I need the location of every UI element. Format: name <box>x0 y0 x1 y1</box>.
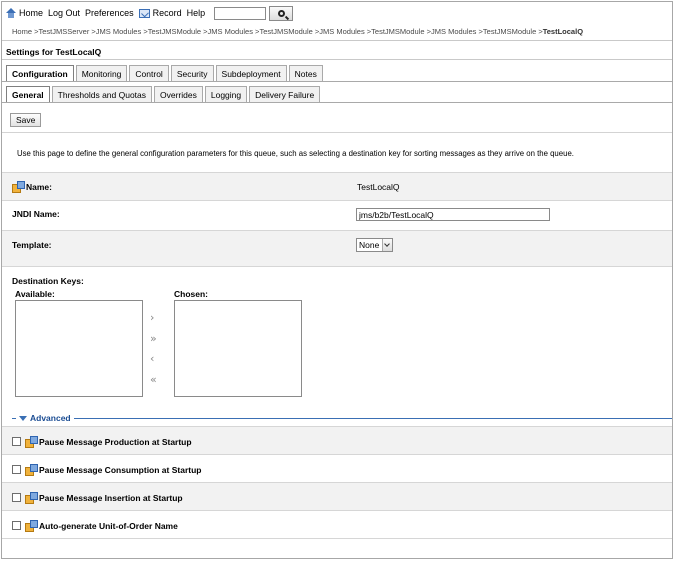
tab-notes[interactable]: Notes <box>288 65 323 81</box>
tab-control[interactable]: Control <box>129 65 169 81</box>
tab-monitoring[interactable]: Monitoring <box>75 65 128 81</box>
advanced-label: Advanced <box>30 413 71 423</box>
chevron-down-icon <box>382 239 393 251</box>
name-label-wrap: Name: <box>12 181 52 193</box>
template-label: Template: <box>12 240 52 250</box>
template-row: Template: None <box>2 230 672 266</box>
config-icon <box>25 436 38 448</box>
subtab-delivery-failure[interactable]: Delivery Failure <box>249 86 321 102</box>
auto-generate-uoo-checkbox[interactable] <box>12 521 21 530</box>
help-link[interactable]: Help <box>187 8 206 18</box>
search-icon <box>277 9 285 17</box>
available-label: Available: <box>15 289 55 299</box>
config-icon <box>25 492 38 504</box>
record-label: Record <box>152 8 182 18</box>
subtab-logging[interactable]: Logging <box>204 86 248 102</box>
option-row: Pause Message Insertion at Startup <box>2 482 672 510</box>
jndi-name-input[interactable] <box>356 208 550 221</box>
advanced-toggle[interactable]: Advanced <box>16 413 74 423</box>
help-label: Help <box>186 8 206 18</box>
pause-consumption-checkbox[interactable] <box>12 465 21 474</box>
breadcrumb-item[interactable]: JMS Modules > <box>96 27 148 36</box>
toolbar: Home Log Out Preferences Record Help <box>2 2 672 24</box>
home-icon <box>6 8 16 18</box>
divider <box>2 40 672 41</box>
subtab-thresholds-and-quotas[interactable]: Thresholds and Quotas <box>51 86 153 102</box>
breadcrumb-item[interactable]: TestJMSModule > <box>259 27 319 36</box>
logout-label: Log Out <box>48 8 81 18</box>
move-right-icon[interactable]: › <box>150 312 154 323</box>
template-value: None <box>359 240 380 250</box>
breadcrumb-current: TestLocalQ <box>542 27 584 36</box>
preferences-link[interactable]: Preferences <box>85 8 134 18</box>
divider <box>2 538 672 539</box>
tab-subdeployment[interactable]: Subdeployment <box>215 65 287 81</box>
home-link[interactable]: Home <box>6 8 43 18</box>
config-icon <box>25 464 38 476</box>
breadcrumb-item[interactable]: TestJMSModule > <box>483 27 543 36</box>
move-left-icon[interactable]: ‹ <box>150 353 154 364</box>
option-label: Pause Message Production at Startup <box>39 436 192 447</box>
record-link[interactable]: Record <box>138 8 182 18</box>
config-icon <box>25 520 38 532</box>
available-list[interactable] <box>15 300 143 397</box>
option-row: Auto-generate Unit-of-Order Name <box>2 510 672 538</box>
name-value: TestLocalQ <box>357 182 400 192</box>
chosen-list[interactable] <box>174 300 302 397</box>
option-wrap: Pause Message Insertion at Startup <box>12 492 183 504</box>
move-all-left-icon[interactable]: « <box>150 374 157 385</box>
breadcrumb-item[interactable]: TestJMSServer > <box>38 27 95 36</box>
chosen-label: Chosen: <box>174 289 208 299</box>
tab-security[interactable]: Security <box>170 65 214 81</box>
option-label: Pause Message Consumption at Startup <box>39 464 202 475</box>
breadcrumb-item[interactable]: JMS Modules > <box>431 27 483 36</box>
tab-configuration[interactable]: Configuration <box>6 65 74 81</box>
triangle-down-icon <box>19 415 27 421</box>
jndi-label: JNDI Name: <box>12 209 60 219</box>
subtab-overrides[interactable]: Overrides <box>154 86 203 102</box>
tab-underline <box>2 102 672 103</box>
subtab-general[interactable]: General <box>6 86 50 102</box>
page-title: Settings for TestLocalQ <box>6 47 102 57</box>
option-label: Auto-generate Unit-of-Order Name <box>39 520 178 531</box>
main-tabs: Configuration Monitoring Control Securit… <box>6 65 325 81</box>
app-window: Home Log Out Preferences Record Help Hom… <box>1 1 673 559</box>
search-button[interactable] <box>269 5 294 21</box>
template-select[interactable]: None <box>356 238 394 252</box>
divider <box>2 59 672 60</box>
option-wrap: Auto-generate Unit-of-Order Name <box>12 520 178 532</box>
name-row: Name: TestLocalQ <box>2 172 672 200</box>
page-description: Use this page to define the general conf… <box>17 149 574 158</box>
option-row: Pause Message Consumption at Startup <box>2 454 672 482</box>
config-icon <box>12 181 25 193</box>
home-label: Home <box>19 8 44 18</box>
breadcrumb-item[interactable]: TestJMSModule > <box>371 27 431 36</box>
sub-tabs: General Thresholds and Quotas Overrides … <box>6 86 322 102</box>
option-wrap: Pause Message Consumption at Startup <box>12 464 202 476</box>
record-icon <box>138 8 150 18</box>
name-label: Name: <box>26 181 52 192</box>
breadcrumb-item[interactable]: JMS Modules > <box>319 27 371 36</box>
divider <box>2 132 672 133</box>
breadcrumb-item[interactable]: TestJMSModule > <box>148 27 208 36</box>
option-label: Pause Message Insertion at Startup <box>39 492 183 503</box>
search-input[interactable] <box>214 6 267 20</box>
preferences-label: Preferences <box>85 8 134 18</box>
save-button[interactable]: Save <box>10 113 42 127</box>
move-all-right-icon[interactable]: » <box>150 333 157 344</box>
advanced-divider <box>12 418 672 419</box>
destination-keys-title: Destination Keys: <box>12 276 84 286</box>
logout-link[interactable]: Log Out <box>48 8 80 18</box>
tab-underline <box>2 81 672 82</box>
pause-production-checkbox[interactable] <box>12 437 21 446</box>
option-wrap: Pause Message Production at Startup <box>12 436 192 448</box>
divider <box>2 266 672 267</box>
breadcrumb: Home >TestJMSServer >JMS Modules >TestJM… <box>12 27 583 36</box>
jndi-row: JNDI Name: <box>2 200 672 230</box>
breadcrumb-item[interactable]: Home > <box>12 27 38 36</box>
option-row: Pause Message Production at Startup <box>2 426 672 454</box>
breadcrumb-item[interactable]: JMS Modules > <box>208 27 260 36</box>
pause-insertion-checkbox[interactable] <box>12 493 21 502</box>
